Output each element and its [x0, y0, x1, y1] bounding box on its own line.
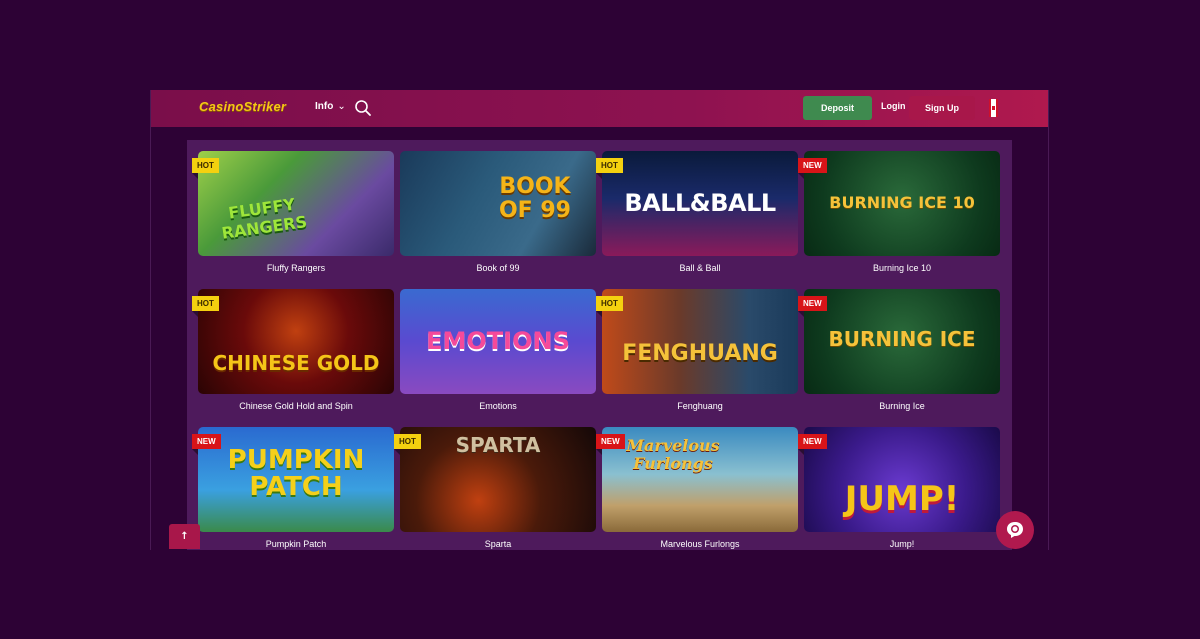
game-card[interactable]: FENGHUANG HOT Fenghuang [596, 289, 798, 417]
game-lobby: FLUFFY RANGERS HOT Fluffy Rangers BOOK O… [187, 140, 1012, 550]
search-icon[interactable] [354, 99, 372, 117]
hot-badge: HOT [192, 296, 219, 317]
hot-badge: HOT [394, 434, 421, 455]
game-art-text: BOOK OF 99 [498, 174, 571, 224]
game-thumbnail[interactable]: BURNING ICE 10 [804, 151, 1000, 256]
game-art-text: BURNING ICE 10 [829, 193, 975, 212]
game-art-text: SPARTA [455, 433, 541, 457]
game-art-text: PUMPKIN PATCH [227, 445, 365, 503]
game-thumbnail[interactable]: EMOTIONS [400, 289, 596, 394]
game-art-text: BURNING ICE [828, 327, 976, 351]
info-menu-label: Info [315, 101, 334, 112]
game-title[interactable]: Chinese Gold Hold and Spin [198, 401, 394, 411]
game-art-text: Marvelous Furlongs [626, 436, 720, 473]
game-card[interactable]: Marvelous Furlongs NEW Marvelous Furlong… [596, 427, 798, 550]
game-thumbnail[interactable]: Marvelous Furlongs [602, 427, 798, 532]
game-thumbnail[interactable]: CHINESE GOLD [198, 289, 394, 394]
new-badge: NEW [596, 434, 625, 455]
game-art-text: JUMP! [844, 479, 960, 519]
game-title[interactable]: Burning Ice 10 [804, 263, 1000, 273]
top-navbar: CasinoStriker Info ⌄ Deposit Login Sign U… [151, 90, 1048, 127]
game-thumbnail[interactable]: BOOK OF 99 [400, 151, 596, 256]
deposit-button[interactable]: Deposit [803, 96, 872, 120]
game-card[interactable]: BURNING ICE NEW Burning Ice [798, 289, 1000, 417]
new-badge: NEW [798, 434, 827, 455]
game-card[interactable]: CHINESE GOLD HOT Chinese Gold Hold and S… [192, 289, 394, 417]
game-thumbnail[interactable]: SPARTA [400, 427, 596, 532]
scroll-to-top-button[interactable]: ↑ [169, 524, 200, 549]
game-title[interactable]: Marvelous Furlongs [602, 539, 798, 549]
game-title[interactable]: Burning Ice [804, 401, 1000, 411]
game-title[interactable]: Jump! [804, 539, 1000, 549]
game-art-text: FLUFFY RANGERS [220, 194, 309, 243]
game-card[interactable]: BALL&BALL HOT Ball & Ball [596, 151, 798, 279]
casino-window: CasinoStriker Info ⌄ Deposit Login Sign U… [150, 90, 1049, 550]
hot-badge: HOT [596, 158, 623, 179]
game-thumbnail[interactable]: BURNING ICE [804, 289, 1000, 394]
game-card[interactable]: BURNING ICE 10 NEW Burning Ice 10 [798, 151, 1000, 279]
new-badge: NEW [798, 296, 827, 317]
game-thumbnail[interactable]: JUMP! [804, 427, 1000, 532]
game-card[interactable]: BOOK OF 99 Book of 99 [400, 151, 596, 279]
game-art-text: BALL&BALL [624, 189, 776, 217]
game-card[interactable]: FLUFFY RANGERS HOT Fluffy Rangers [192, 151, 394, 279]
chevron-down-icon: ⌄ [337, 101, 346, 112]
chat-bubble-icon [1007, 522, 1023, 538]
game-thumbnail[interactable]: FENGHUANG [602, 289, 798, 394]
new-badge: NEW [798, 158, 827, 179]
game-art-text: CHINESE GOLD [212, 351, 380, 375]
game-card[interactable]: SPARTA HOT Sparta [394, 427, 596, 550]
game-art-text: FENGHUANG [622, 341, 778, 366]
hot-badge: HOT [596, 296, 623, 317]
info-menu[interactable]: Info ⌄ [315, 101, 346, 112]
hot-badge: HOT [192, 158, 219, 179]
game-thumbnail[interactable]: FLUFFY RANGERS [198, 151, 394, 256]
game-title[interactable]: Pumpkin Patch [198, 539, 394, 549]
game-title[interactable]: Fluffy Rangers [198, 263, 394, 273]
game-card[interactable]: EMOTIONS Emotions [400, 289, 596, 417]
site-logo[interactable]: CasinoStriker [199, 99, 286, 114]
signup-button[interactable]: Sign Up [909, 96, 975, 120]
game-title[interactable]: Ball & Ball [602, 263, 798, 273]
game-title[interactable]: Book of 99 [400, 263, 596, 273]
game-title[interactable]: Fenghuang [602, 401, 798, 411]
canada-flag-icon[interactable] [989, 99, 998, 117]
game-thumbnail[interactable]: BALL&BALL [602, 151, 798, 256]
game-card[interactable]: JUMP! NEW Jump! [798, 427, 1000, 550]
chat-button[interactable] [996, 511, 1034, 549]
game-art-text: EMOTIONS [426, 327, 570, 355]
new-badge: NEW [192, 434, 221, 455]
game-card[interactable]: PUMPKIN PATCH NEW Pumpkin Patch [192, 427, 394, 550]
login-link[interactable]: Login [881, 101, 906, 111]
game-title[interactable]: Emotions [400, 401, 596, 411]
game-thumbnail[interactable]: PUMPKIN PATCH [198, 427, 394, 532]
game-title[interactable]: Sparta [400, 539, 596, 549]
